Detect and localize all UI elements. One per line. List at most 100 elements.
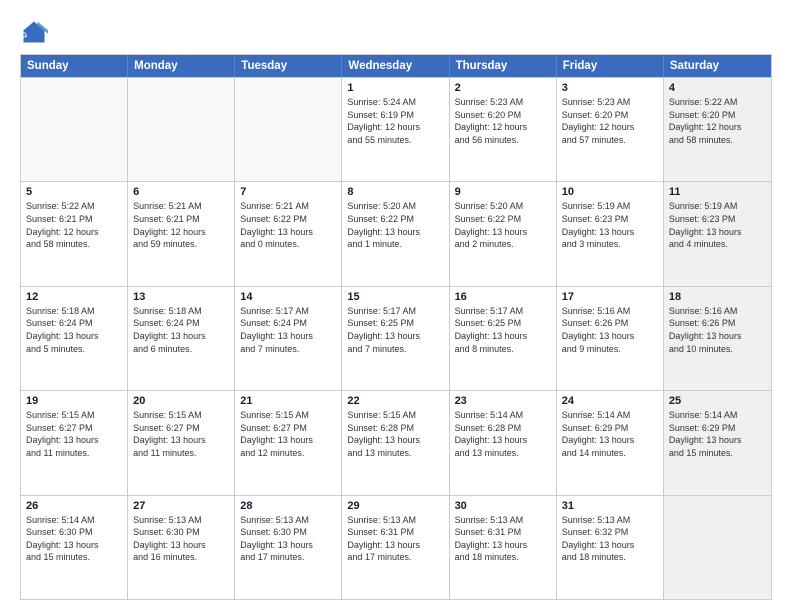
day-number: 24 <box>562 395 658 407</box>
day-number: 25 <box>669 395 766 407</box>
cell-info: Sunrise: 5:13 AM Sunset: 6:32 PM Dayligh… <box>562 514 658 564</box>
cell-info: Sunrise: 5:13 AM Sunset: 6:30 PM Dayligh… <box>133 514 229 564</box>
cell-info: Sunrise: 5:17 AM Sunset: 6:25 PM Dayligh… <box>347 305 443 355</box>
day-number: 8 <box>347 186 443 198</box>
calendar-header-cell: Monday <box>128 55 235 77</box>
day-number: 30 <box>455 500 551 512</box>
cell-info: Sunrise: 5:16 AM Sunset: 6:26 PM Dayligh… <box>669 305 766 355</box>
logo-icon: G <box>20 18 48 46</box>
calendar-cell: 11 Sunrise: 5:19 AM Sunset: 6:23 PM Dayli… <box>664 182 771 285</box>
calendar-cell <box>235 78 342 181</box>
cell-info: Sunrise: 5:17 AM Sunset: 6:25 PM Dayligh… <box>455 305 551 355</box>
calendar-cell: 17 Sunrise: 5:16 AM Sunset: 6:26 PM Dayli… <box>557 287 664 390</box>
day-number: 12 <box>26 291 122 303</box>
day-number: 23 <box>455 395 551 407</box>
calendar-cell: 27 Sunrise: 5:13 AM Sunset: 6:30 PM Dayli… <box>128 496 235 599</box>
calendar-cell: 21 Sunrise: 5:15 AM Sunset: 6:27 PM Dayli… <box>235 391 342 494</box>
cell-info: Sunrise: 5:23 AM Sunset: 6:20 PM Dayligh… <box>562 96 658 146</box>
calendar-header: SundayMondayTuesdayWednesdayThursdayFrid… <box>21 55 771 77</box>
cell-info: Sunrise: 5:16 AM Sunset: 6:26 PM Dayligh… <box>562 305 658 355</box>
calendar-cell: 29 Sunrise: 5:13 AM Sunset: 6:31 PM Dayli… <box>342 496 449 599</box>
calendar-cell: 10 Sunrise: 5:19 AM Sunset: 6:23 PM Dayli… <box>557 182 664 285</box>
calendar-cell: 1 Sunrise: 5:24 AM Sunset: 6:19 PM Daylig… <box>342 78 449 181</box>
calendar-week: 5 Sunrise: 5:22 AM Sunset: 6:21 PM Daylig… <box>21 181 771 285</box>
day-number: 28 <box>240 500 336 512</box>
calendar-header-cell: Sunday <box>21 55 128 77</box>
day-number: 17 <box>562 291 658 303</box>
day-number: 9 <box>455 186 551 198</box>
day-number: 5 <box>26 186 122 198</box>
day-number: 18 <box>669 291 766 303</box>
calendar-cell: 20 Sunrise: 5:15 AM Sunset: 6:27 PM Dayli… <box>128 391 235 494</box>
day-number: 26 <box>26 500 122 512</box>
calendar-cell: 19 Sunrise: 5:15 AM Sunset: 6:27 PM Dayli… <box>21 391 128 494</box>
cell-info: Sunrise: 5:23 AM Sunset: 6:20 PM Dayligh… <box>455 96 551 146</box>
cell-info: Sunrise: 5:18 AM Sunset: 6:24 PM Dayligh… <box>26 305 122 355</box>
day-number: 29 <box>347 500 443 512</box>
calendar-cell: 3 Sunrise: 5:23 AM Sunset: 6:20 PM Daylig… <box>557 78 664 181</box>
day-number: 3 <box>562 82 658 94</box>
calendar-header-cell: Saturday <box>664 55 771 77</box>
cell-info: Sunrise: 5:22 AM Sunset: 6:20 PM Dayligh… <box>669 96 766 146</box>
cell-info: Sunrise: 5:19 AM Sunset: 6:23 PM Dayligh… <box>669 200 766 250</box>
cell-info: Sunrise: 5:13 AM Sunset: 6:31 PM Dayligh… <box>455 514 551 564</box>
cell-info: Sunrise: 5:21 AM Sunset: 6:22 PM Dayligh… <box>240 200 336 250</box>
cell-info: Sunrise: 5:21 AM Sunset: 6:21 PM Dayligh… <box>133 200 229 250</box>
day-number: 6 <box>133 186 229 198</box>
day-number: 27 <box>133 500 229 512</box>
day-number: 22 <box>347 395 443 407</box>
svg-text:G: G <box>22 32 28 39</box>
day-number: 20 <box>133 395 229 407</box>
calendar-week: 26Sunrise: 5:14 AM Sunset: 6:30 PM Dayli… <box>21 495 771 599</box>
calendar-body: 1 Sunrise: 5:24 AM Sunset: 6:19 PM Daylig… <box>21 77 771 599</box>
cell-info: Sunrise: 5:14 AM Sunset: 6:29 PM Dayligh… <box>562 409 658 459</box>
calendar-cell: 16Sunrise: 5:17 AM Sunset: 6:25 PM Dayli… <box>450 287 557 390</box>
day-number: 14 <box>240 291 336 303</box>
calendar-cell <box>664 496 771 599</box>
calendar-header-cell: Friday <box>557 55 664 77</box>
cell-info: Sunrise: 5:18 AM Sunset: 6:24 PM Dayligh… <box>133 305 229 355</box>
day-number: 11 <box>669 186 766 198</box>
cell-info: Sunrise: 5:15 AM Sunset: 6:28 PM Dayligh… <box>347 409 443 459</box>
day-number: 10 <box>562 186 658 198</box>
cell-info: Sunrise: 5:19 AM Sunset: 6:23 PM Dayligh… <box>562 200 658 250</box>
calendar-cell: 15 Sunrise: 5:17 AM Sunset: 6:25 PM Dayli… <box>342 287 449 390</box>
cell-info: Sunrise: 5:13 AM Sunset: 6:30 PM Dayligh… <box>240 514 336 564</box>
cell-info: Sunrise: 5:20 AM Sunset: 6:22 PM Dayligh… <box>455 200 551 250</box>
cell-info: Sunrise: 5:15 AM Sunset: 6:27 PM Dayligh… <box>26 409 122 459</box>
calendar-cell: 25 Sunrise: 5:14 AM Sunset: 6:29 PM Dayli… <box>664 391 771 494</box>
day-number: 21 <box>240 395 336 407</box>
calendar-cell: 14 Sunrise: 5:17 AM Sunset: 6:24 PM Dayli… <box>235 287 342 390</box>
logo: G <box>20 18 52 46</box>
calendar-cell: 13Sunrise: 5:18 AM Sunset: 6:24 PM Dayli… <box>128 287 235 390</box>
page: G SundayMondayTuesdayWednesdayThursdayFr… <box>0 0 792 612</box>
header: G <box>20 18 772 46</box>
calendar-header-cell: Thursday <box>450 55 557 77</box>
calendar-week: 1 Sunrise: 5:24 AM Sunset: 6:19 PM Daylig… <box>21 77 771 181</box>
calendar-cell: 8Sunrise: 5:20 AM Sunset: 6:22 PM Daylig… <box>342 182 449 285</box>
calendar-cell: 31Sunrise: 5:13 AM Sunset: 6:32 PM Dayli… <box>557 496 664 599</box>
day-number: 4 <box>669 82 766 94</box>
day-number: 15 <box>347 291 443 303</box>
calendar-week: 19 Sunrise: 5:15 AM Sunset: 6:27 PM Dayli… <box>21 390 771 494</box>
calendar-cell: 7Sunrise: 5:21 AM Sunset: 6:22 PM Daylig… <box>235 182 342 285</box>
calendar-cell: 18 Sunrise: 5:16 AM Sunset: 6:26 PM Dayli… <box>664 287 771 390</box>
calendar-cell: 2Sunrise: 5:23 AM Sunset: 6:20 PM Daylig… <box>450 78 557 181</box>
cell-info: Sunrise: 5:22 AM Sunset: 6:21 PM Dayligh… <box>26 200 122 250</box>
calendar-cell: 30 Sunrise: 5:13 AM Sunset: 6:31 PM Dayli… <box>450 496 557 599</box>
cell-info: Sunrise: 5:17 AM Sunset: 6:24 PM Dayligh… <box>240 305 336 355</box>
calendar: SundayMondayTuesdayWednesdayThursdayFrid… <box>20 54 772 600</box>
calendar-cell: 9 Sunrise: 5:20 AM Sunset: 6:22 PM Daylig… <box>450 182 557 285</box>
calendar-cell: 28 Sunrise: 5:13 AM Sunset: 6:30 PM Dayli… <box>235 496 342 599</box>
calendar-week: 12 Sunrise: 5:18 AM Sunset: 6:24 PM Dayli… <box>21 286 771 390</box>
cell-info: Sunrise: 5:24 AM Sunset: 6:19 PM Dayligh… <box>347 96 443 146</box>
day-number: 19 <box>26 395 122 407</box>
calendar-cell: 26Sunrise: 5:14 AM Sunset: 6:30 PM Dayli… <box>21 496 128 599</box>
day-number: 1 <box>347 82 443 94</box>
cell-info: Sunrise: 5:15 AM Sunset: 6:27 PM Dayligh… <box>240 409 336 459</box>
cell-info: Sunrise: 5:13 AM Sunset: 6:31 PM Dayligh… <box>347 514 443 564</box>
cell-info: Sunrise: 5:14 AM Sunset: 6:29 PM Dayligh… <box>669 409 766 459</box>
calendar-cell: 24 Sunrise: 5:14 AM Sunset: 6:29 PM Dayli… <box>557 391 664 494</box>
cell-info: Sunrise: 5:15 AM Sunset: 6:27 PM Dayligh… <box>133 409 229 459</box>
cell-info: Sunrise: 5:14 AM Sunset: 6:28 PM Dayligh… <box>455 409 551 459</box>
